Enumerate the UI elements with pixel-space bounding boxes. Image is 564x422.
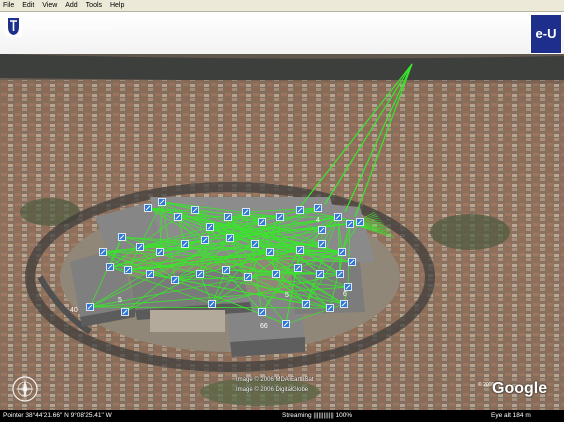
access-point-icon[interactable] xyxy=(191,206,199,214)
building-label: 4 xyxy=(316,217,320,224)
building-label: 5 xyxy=(118,297,122,304)
access-point-icon[interactable] xyxy=(242,208,250,216)
access-point-icon[interactable] xyxy=(276,213,284,221)
access-point-icon[interactable] xyxy=(356,218,364,226)
access-point-icon[interactable] xyxy=(226,234,234,242)
menu-add[interactable]: Add xyxy=(62,2,80,9)
status-bar: Pointer 38°44'21.66" N 9°08'25.41" W Str… xyxy=(0,410,564,422)
access-point-icon[interactable] xyxy=(314,204,322,212)
menu-tools[interactable]: Tools xyxy=(83,2,105,9)
menu-file[interactable]: File xyxy=(0,2,17,9)
eye-altitude: Eye alt 184 m xyxy=(491,412,531,419)
access-point-icon[interactable] xyxy=(318,226,326,234)
menu-view[interactable]: View xyxy=(39,2,60,9)
menu-help[interactable]: Help xyxy=(107,2,127,9)
imagery-credit: Image © 2006 DigitalGlobe xyxy=(236,387,309,393)
access-point-icon[interactable] xyxy=(244,273,252,281)
access-point-icon[interactable] xyxy=(348,258,356,266)
access-point-icon[interactable] xyxy=(336,270,344,278)
access-point-icon[interactable] xyxy=(144,204,152,212)
access-point-icon[interactable] xyxy=(318,240,326,248)
access-point-icon[interactable] xyxy=(86,303,94,311)
access-point-icon[interactable] xyxy=(316,270,324,278)
access-point-icon[interactable] xyxy=(118,233,126,241)
institution-subtitle: Universidade Técnica de Lisboa xyxy=(27,26,113,32)
access-point-icon[interactable] xyxy=(181,240,189,248)
streaming-status: Streaming |||||||||||| 100% xyxy=(282,412,353,419)
building-label: 6 xyxy=(343,291,347,298)
eu-logo: e-U xyxy=(530,14,562,54)
building-label: 5 xyxy=(285,292,289,299)
compass-icon[interactable] xyxy=(12,376,38,402)
ist-logo xyxy=(5,15,22,37)
google-logo: Google xyxy=(492,380,548,397)
access-point-icon[interactable] xyxy=(121,308,129,316)
map-viewport[interactable]: 40 5 66 5 4 6 xyxy=(0,12,564,410)
access-point-icon[interactable] xyxy=(258,218,266,226)
access-point-icon[interactable] xyxy=(294,264,302,272)
menu-edit[interactable]: Edit xyxy=(19,2,37,9)
access-point-icon[interactable] xyxy=(302,300,310,308)
access-point-icon[interactable] xyxy=(338,248,346,256)
imagery-credit: Image © 2006 MDA EarthSat xyxy=(236,377,314,383)
access-point-icon[interactable] xyxy=(344,283,352,291)
access-point-icon[interactable] xyxy=(171,276,179,284)
access-point-icon[interactable] xyxy=(346,220,354,228)
navigation-control[interactable] xyxy=(12,376,38,402)
access-point-icon[interactable] xyxy=(99,248,107,256)
access-point-icon[interactable] xyxy=(251,240,259,248)
access-point-icon[interactable] xyxy=(158,198,166,206)
access-point-icon[interactable] xyxy=(136,243,144,251)
access-point-icon[interactable] xyxy=(282,320,290,328)
menu-bar: File Edit View Add Tools Help xyxy=(0,0,564,12)
access-point-icon[interactable] xyxy=(146,270,154,278)
access-point-icon[interactable] xyxy=(266,248,274,256)
access-point-icon[interactable] xyxy=(340,300,348,308)
access-point-icon[interactable] xyxy=(156,248,164,256)
access-point-icon[interactable] xyxy=(296,246,304,254)
access-point-icon[interactable] xyxy=(174,213,182,221)
access-point-icon[interactable] xyxy=(326,304,334,312)
access-point-icon[interactable] xyxy=(272,270,280,278)
aerial-scene: 40 5 66 5 4 6 xyxy=(0,12,564,410)
access-point-icon[interactable] xyxy=(296,206,304,214)
access-point-icon[interactable] xyxy=(258,308,266,316)
building-label: 40 xyxy=(70,307,78,314)
access-point-icon[interactable] xyxy=(222,266,230,274)
building-label: 66 xyxy=(260,323,268,330)
access-point-icon[interactable] xyxy=(224,213,232,221)
access-point-icon[interactable] xyxy=(201,236,209,244)
access-point-icon[interactable] xyxy=(334,213,342,221)
institution-title: INSTITUTO SUPERIOR TÉCNICO xyxy=(27,17,141,24)
access-point-icon[interactable] xyxy=(124,266,132,274)
access-point-icon[interactable] xyxy=(208,300,216,308)
access-point-icon[interactable] xyxy=(106,263,114,271)
access-point-icon[interactable] xyxy=(196,270,204,278)
access-point-icon[interactable] xyxy=(206,223,214,231)
pointer-coordinates: Pointer 38°44'21.66" N 9°08'25.41" W xyxy=(3,412,112,419)
